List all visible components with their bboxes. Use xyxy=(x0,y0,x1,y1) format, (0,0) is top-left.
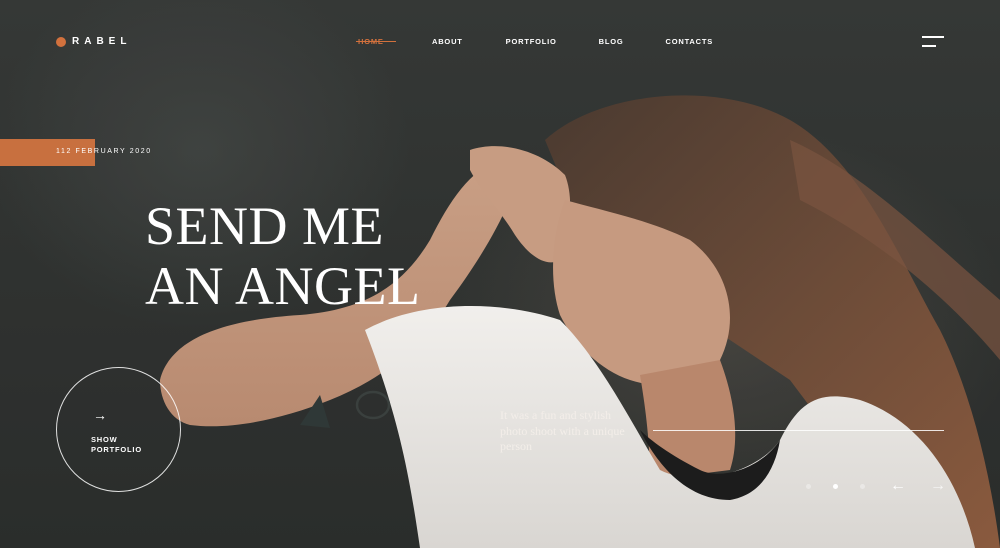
hamburger-line xyxy=(922,36,944,38)
nav-link-about[interactable]: ABOUT xyxy=(432,37,463,46)
hamburger-icon[interactable] xyxy=(922,36,944,48)
brand-name: RABEL xyxy=(72,36,132,47)
nav-link-portfolio[interactable]: PORTFOLIO xyxy=(506,37,557,46)
cta-label-line: PORTFOLIO xyxy=(91,445,142,454)
hero-section: RABEL HOME ABOUT PORTFOLIO BLOG CONTACTS… xyxy=(0,0,1000,548)
nav-link-contacts[interactable]: CONTACTS xyxy=(666,37,714,46)
arrow-left-icon[interactable]: ← xyxy=(890,478,906,494)
nav-link-blog[interactable]: BLOG xyxy=(599,37,624,46)
show-portfolio-button[interactable]: → SHOW PORTFOLIO xyxy=(56,367,181,492)
logo-mark-icon xyxy=(56,36,66,47)
post-date: 112 FEBRUARY 2020 xyxy=(56,148,152,155)
hero-caption: It was a fun and stylish photo shoot wit… xyxy=(500,408,625,453)
hero-title: SEND ME AN ANGEL xyxy=(145,196,420,316)
arrow-right-icon[interactable]: → xyxy=(930,478,946,494)
brand-logo[interactable]: RABEL xyxy=(56,36,131,47)
arrow-right-icon: → xyxy=(93,407,107,423)
caption-divider xyxy=(653,430,944,431)
hero-title-line: SEND ME xyxy=(145,196,385,256)
hero-title-line: AN ANGEL xyxy=(145,256,421,316)
nav-link-home[interactable]: HOME xyxy=(356,37,396,46)
hamburger-line xyxy=(922,45,936,47)
slider-dot[interactable] xyxy=(860,484,865,489)
show-portfolio-label: SHOW PORTFOLIO xyxy=(91,435,151,455)
slider-dot[interactable] xyxy=(806,484,811,489)
main-nav: HOME ABOUT PORTFOLIO BLOG CONTACTS xyxy=(356,37,714,46)
cta-label-line: SHOW xyxy=(91,435,118,444)
slider-dot-active[interactable] xyxy=(833,484,838,489)
slider-dots xyxy=(806,484,865,489)
